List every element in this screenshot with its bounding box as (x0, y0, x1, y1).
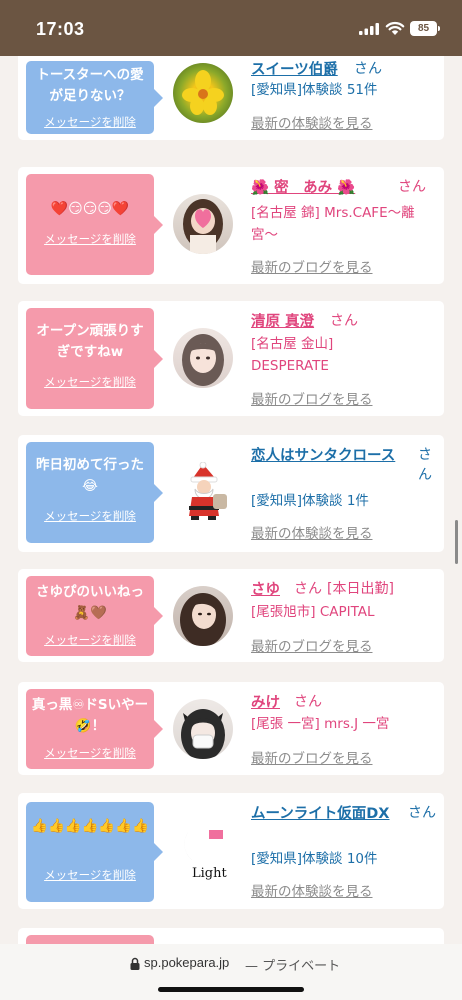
lock-icon (130, 957, 140, 970)
view-latest-link[interactable]: 最新の体験談を見る (251, 880, 373, 900)
message-bubble: トースターへの愛が足りない？ メッセージを削除 (26, 61, 163, 134)
delete-message-link[interactable]: メッセージを削除 (26, 867, 154, 883)
avatar[interactable] (173, 328, 233, 388)
honorific: さん (294, 694, 322, 710)
profile-name-link[interactable]: みけ (251, 691, 280, 712)
message-feed[interactable]: トースターへの愛が足りない？ メッセージを削除 スイーツ伯爵 さん [愛知県]体… (0, 56, 462, 944)
area-info: [尾張 一宮] mrs.J 一宮 (251, 716, 390, 732)
list-item: オープン頑張りすぎですねw メッセージを削除 清原 真澄 さん [名古屋 金山]… (18, 301, 444, 416)
home-indicator[interactable] (158, 987, 304, 992)
profile-name-link[interactable]: さゆ (251, 578, 280, 599)
work-status: [本日出勤] (327, 581, 394, 597)
message-bubble: さゆぴのいいねっ🧸🤎 メッセージを削除 (26, 576, 163, 656)
list-item: 昨日初めて行った😂 メッセージを削除 恋人はサンタクロース さん [愛知県]体験… (18, 435, 444, 552)
logo-text: Light (192, 866, 227, 880)
message-text: 昨日初めて行った😂 (36, 457, 144, 494)
message-bubble: オープン頑張りすぎですねw メッセージを削除 (26, 308, 163, 409)
santa-avatar[interactable] (173, 462, 233, 522)
view-latest-link[interactable]: 最新のブログを見る (251, 747, 373, 767)
avatar[interactable] (173, 699, 233, 759)
url-text[interactable]: sp.pokepara.jp (144, 955, 229, 970)
delete-message-link[interactable]: メッセージを削除 (26, 114, 154, 130)
view-latest-link[interactable]: 最新のブログを見る (251, 256, 373, 276)
clock: 17:03 (36, 19, 85, 39)
message-bubble: ❤️😏😏😏❤️ メッセージを削除 (26, 174, 163, 275)
message-bubble: 昨日初めて行った😂 メッセージを削除 (26, 442, 163, 543)
scrollbar[interactable] (455, 520, 458, 564)
list-item: トースターへの愛が足りない？ メッセージを削除 スイーツ伯爵 さん [愛知県]体… (18, 56, 444, 140)
profile-name-link[interactable]: 清原 真澄 (251, 310, 314, 331)
person-photo (180, 593, 226, 646)
profile-name-link[interactable]: 恋人はサンタクロース (251, 444, 395, 465)
delete-message-link[interactable]: メッセージを削除 (26, 745, 154, 761)
cellular-signal-icon (359, 23, 379, 35)
message-bubble (26, 935, 154, 944)
area-info: [愛知県]体験談 1件 (251, 493, 369, 509)
avatar[interactable] (173, 194, 233, 254)
message-text: オープン頑張りすぎですねw (36, 323, 144, 360)
message-text: さゆぴのいいねっ🧸🤎 (36, 584, 144, 621)
person-photo (181, 709, 225, 759)
profile-name-link[interactable]: 🌺 密 あみ 🌺 (251, 176, 355, 197)
list-item: ❤️😏😏😏❤️ メッセージを削除 🌺 密 あみ 🌺 さん [名古屋 錦] Mrs… (18, 167, 444, 284)
flower-photo (182, 70, 224, 115)
list-item: さゆぴのいいねっ🧸🤎 メッセージを削除 さゆ さん [本日出勤] [尾張旭市] … (18, 569, 444, 662)
message-bubble: 真っ黒♾ドSいやー🤣！ メッセージを削除 (26, 689, 163, 769)
message-text: 👍👍👍👍👍👍👍 (31, 818, 149, 834)
avatar[interactable] (173, 586, 233, 646)
shop-logo[interactable]: Light (173, 820, 233, 880)
message-text: トースターへの愛が足りない？ (36, 67, 144, 104)
list-item-partial (18, 928, 444, 944)
message-bubble: 👍👍👍👍👍👍👍 メッセージを削除 (26, 802, 163, 902)
person-photo (183, 199, 223, 254)
profile-name-link[interactable]: スイーツ伯爵 (251, 58, 338, 79)
honorific: さん (408, 805, 436, 821)
view-latest-link[interactable]: 最新のブログを見る (251, 388, 373, 408)
browser-address-bar[interactable]: sp.pokepara.jp — プライベート (0, 944, 462, 1000)
view-latest-link[interactable]: 最新のブログを見る (251, 635, 373, 655)
list-item: 真っ黒♾ドSいやー🤣！ メッセージを削除 みけ さん [尾張 一宮] mrs.J… (18, 682, 444, 775)
area-info: [名古屋 金山] DESPERATE (251, 336, 334, 374)
area-info: [名古屋 錦] Mrs.CAFE〜離宮〜 (251, 205, 415, 243)
wifi-icon (385, 21, 405, 35)
privacy-label: — プライベート (245, 959, 341, 974)
area-info: [愛知県]体験談 10件 (251, 851, 378, 867)
santa-icon (189, 462, 227, 520)
honorific: さん (354, 61, 382, 77)
delete-message-link[interactable]: メッセージを削除 (26, 231, 154, 247)
profile-name-link[interactable]: ムーンライト仮面DX (251, 802, 390, 823)
area-info: [尾張旭市] CAPITAL (251, 604, 375, 620)
area-info: [愛知県]体験談 51件 (251, 82, 378, 98)
status-bar: 17:03 85 (0, 0, 462, 56)
honorific: さん (294, 581, 322, 597)
view-latest-link[interactable]: 最新の体験談を見る (251, 522, 373, 542)
person-photo (182, 334, 224, 386)
list-item: 👍👍👍👍👍👍👍 メッセージを削除 Light ムーンライト仮面DX さん [愛知… (18, 793, 444, 909)
avatar[interactable] (173, 63, 233, 123)
message-text: 真っ黒♾ドSいやー🤣！ (31, 697, 149, 734)
view-latest-link[interactable]: 最新の体験談を見る (251, 112, 373, 132)
honorific: さん (330, 313, 358, 329)
honorific: さん (418, 447, 432, 483)
delete-message-link[interactable]: メッセージを削除 (26, 374, 154, 390)
delete-message-link[interactable]: メッセージを削除 (26, 632, 154, 648)
honorific: さん (398, 179, 426, 195)
message-text: ❤️😏😏😏❤️ (50, 201, 130, 217)
battery-icon: 85 (410, 21, 437, 36)
moon-logo-icon: Light (184, 826, 227, 880)
delete-message-link[interactable]: メッセージを削除 (26, 508, 154, 524)
battery-nub (438, 26, 440, 31)
